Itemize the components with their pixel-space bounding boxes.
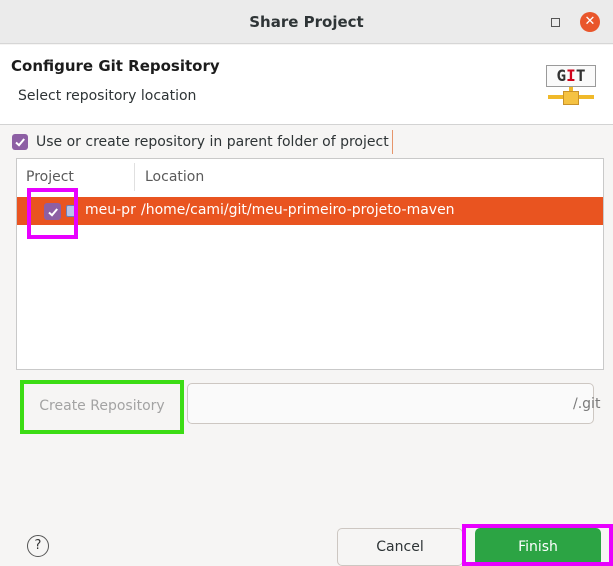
use-parent-folder-checkbox[interactable] xyxy=(12,134,28,150)
page-subtitle: Select repository location xyxy=(18,88,197,104)
title-bar: Share Project ✕ xyxy=(0,0,613,44)
highlight-finish xyxy=(462,524,613,566)
column-header-project[interactable]: Project xyxy=(26,169,74,185)
table-row[interactable]: meu-primeiro-projeto-maven /home/cami/gi… xyxy=(17,197,603,225)
check-icon xyxy=(15,138,25,147)
git-logo-icon: GIT xyxy=(546,65,596,109)
page-title: Configure Git Repository xyxy=(11,57,220,75)
repository-path-input[interactable] xyxy=(187,383,594,424)
git-logo-text: GIT xyxy=(546,65,596,87)
column-header-location[interactable]: Location xyxy=(145,169,204,185)
git-logo-box xyxy=(563,91,579,105)
row-project-name: meu-primeiro-projeto-maven xyxy=(85,202,137,218)
use-parent-folder-label: Use or create repository in parent folde… xyxy=(36,134,389,150)
highlight-row-checkbox xyxy=(27,188,78,239)
maximize-icon[interactable] xyxy=(551,18,560,27)
cancel-button[interactable]: Cancel xyxy=(337,528,463,566)
window-title: Share Project xyxy=(249,13,364,31)
row-location: /home/cami/git/meu-primeiro-projeto-mave… xyxy=(141,202,455,218)
projects-table[interactable]: Project Location meu-primeiro-projeto-ma… xyxy=(16,158,604,370)
git-suffix-label: /.git xyxy=(573,396,601,412)
highlight-create-repository xyxy=(20,380,184,434)
column-divider xyxy=(134,163,135,191)
use-parent-folder-option[interactable]: Use or create repository in parent folde… xyxy=(12,130,393,154)
dialog-header: Configure Git Repository Select reposito… xyxy=(0,45,613,125)
help-icon[interactable]: ? xyxy=(27,535,49,557)
close-icon[interactable]: ✕ xyxy=(580,12,600,32)
